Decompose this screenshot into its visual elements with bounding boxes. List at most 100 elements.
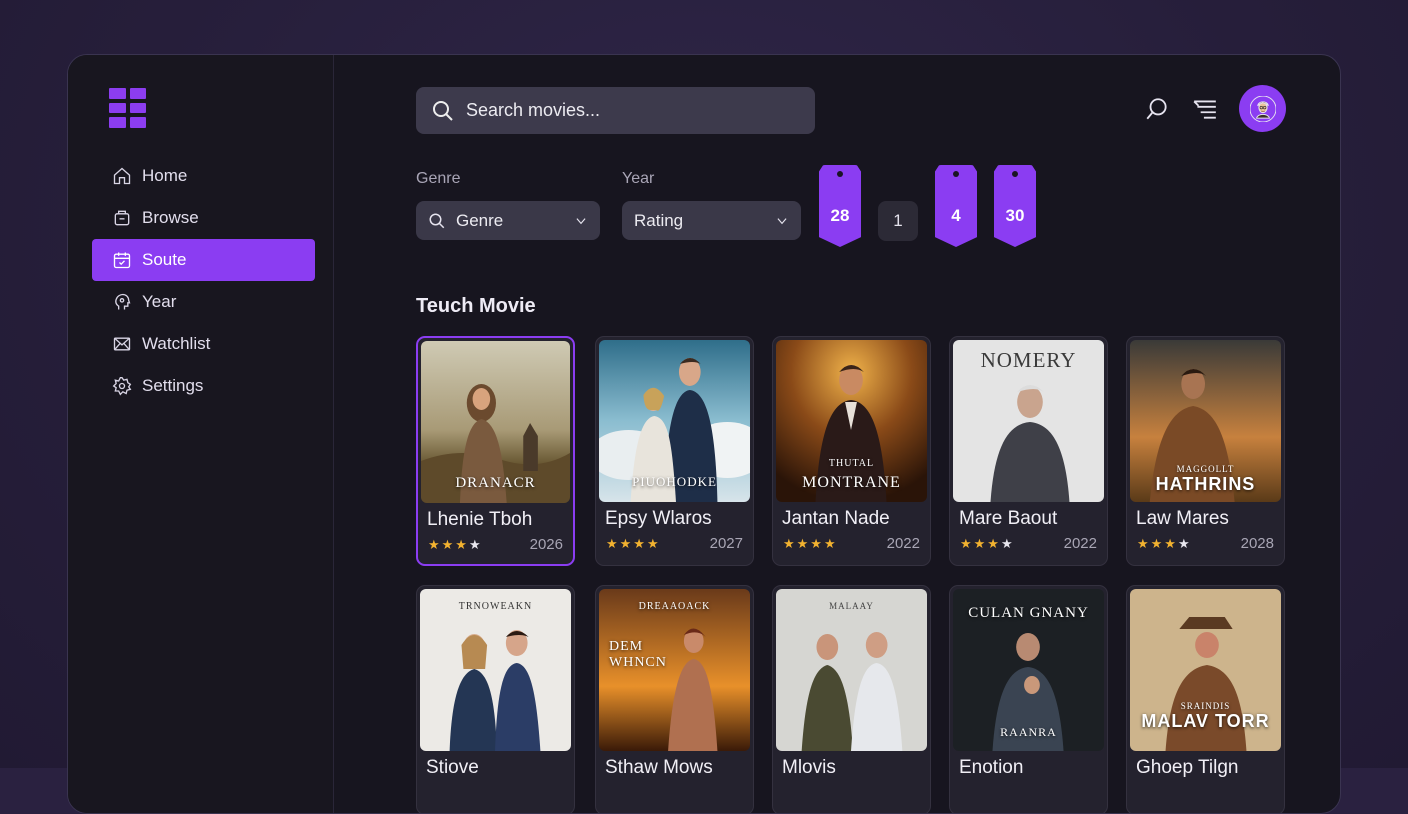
sidebar-item-home[interactable]: Home bbox=[92, 155, 315, 197]
poster-subtitle: RAANRA bbox=[953, 725, 1104, 740]
movie-poster: THUTAL MONTRANE bbox=[776, 340, 927, 502]
movie-title: Law Mares bbox=[1136, 508, 1229, 530]
sidebar-item-year[interactable]: Year bbox=[92, 281, 315, 323]
poster-title: HATHRINS bbox=[1130, 474, 1281, 495]
movie-card[interactable]: DREAAOACK DEM WHNCN Sthaw Mows bbox=[595, 585, 754, 814]
movie-card[interactable]: NOMERY Mare Baout ★★★★ 2022 bbox=[949, 336, 1108, 566]
poster-title: CULAN GNANY bbox=[953, 605, 1104, 622]
sidebar-item-watchlist[interactable]: Watchlist bbox=[92, 323, 315, 365]
app-logo-icon[interactable] bbox=[109, 88, 146, 128]
year-select-value: Rating bbox=[634, 211, 683, 231]
movie-card[interactable]: TRNOWEAKN Stiove bbox=[416, 585, 575, 814]
movie-poster: PIUOHODKE bbox=[599, 340, 750, 502]
movie-year: 2028 bbox=[1241, 535, 1274, 552]
filter-tag[interactable]: 30 bbox=[994, 165, 1036, 247]
movie-poster: SRAINDIS MALAV TORR bbox=[1130, 589, 1281, 751]
sidebar-item-label: Home bbox=[142, 166, 187, 186]
movie-year: 2027 bbox=[710, 535, 743, 552]
movie-title: Enotion bbox=[959, 757, 1023, 779]
main-content: Genre Genre Year Rating 28 1 4 30 Teuch … bbox=[334, 55, 1340, 813]
browse-icon bbox=[112, 208, 132, 228]
movie-card[interactable]: SRAINDIS MALAV TORR Ghoep Tilgn bbox=[1126, 585, 1285, 814]
rating-stars: ★★★★ bbox=[1137, 536, 1192, 552]
poster-title: DEM WHNCN bbox=[609, 639, 679, 671]
filter-tag[interactable]: 28 bbox=[819, 165, 861, 247]
movie-card[interactable]: THUTAL MONTRANE Jantan Nade ★★★★ 2022 bbox=[772, 336, 931, 566]
movie-title: Stiove bbox=[426, 757, 479, 779]
sidebar-item-browse[interactable]: Browse bbox=[92, 197, 315, 239]
home-icon bbox=[112, 166, 132, 186]
movie-card[interactable]: CULAN GNANY RAANRA Enotion bbox=[949, 585, 1108, 814]
user-avatar-icon bbox=[1250, 96, 1276, 122]
filter-tag-plain[interactable]: 1 bbox=[878, 201, 918, 241]
movie-poster: TRNOWEAKN bbox=[420, 589, 571, 751]
poster-subtitle: THUTAL bbox=[776, 458, 927, 469]
filter-tag[interactable]: 4 bbox=[935, 165, 977, 247]
genre-select-value: Genre bbox=[456, 211, 503, 231]
movie-year: 2026 bbox=[530, 536, 563, 553]
movie-poster: NOMERY bbox=[953, 340, 1104, 502]
envelope-icon bbox=[112, 334, 132, 354]
movie-card[interactable]: PIUOHODKE Epsy Wlaros ★★★★ 2027 bbox=[595, 336, 754, 566]
sidebar-item-soute[interactable]: Soute bbox=[92, 239, 315, 281]
rating-stars: ★★★★ bbox=[606, 536, 661, 552]
rating-stars: ★★★★ bbox=[783, 536, 838, 552]
section-title: Teuch Movie bbox=[416, 295, 536, 318]
gear-icon bbox=[112, 376, 132, 396]
sidebar-item-label: Soute bbox=[142, 250, 186, 270]
sidebar-item-label: Settings bbox=[142, 376, 203, 396]
movie-title: Epsy Wlaros bbox=[605, 508, 712, 530]
poster-title: TRNOWEAKN bbox=[420, 601, 571, 612]
movie-poster: DREAAOACK DEM WHNCN bbox=[599, 589, 750, 751]
filter-menu-icon[interactable] bbox=[1191, 95, 1219, 123]
poster-subtitle: MAGGOLLT bbox=[1130, 464, 1281, 474]
sidebar-item-label: Watchlist bbox=[142, 334, 210, 354]
poster-title: DRANACR bbox=[421, 475, 570, 492]
movie-title: Mare Baout bbox=[959, 508, 1057, 530]
header-actions bbox=[1143, 85, 1286, 132]
rating-stars: ★★★★ bbox=[428, 537, 483, 553]
movie-poster: CULAN GNANY RAANRA bbox=[953, 589, 1104, 751]
movie-title: Sthaw Mows bbox=[605, 757, 713, 779]
movie-title: Jantan Nade bbox=[782, 508, 890, 530]
sidebar-item-label: Browse bbox=[142, 208, 199, 228]
movie-card[interactable]: DRANACR Lhenie Tboh ★★★★ 2026 bbox=[416, 336, 575, 566]
avatar[interactable] bbox=[1239, 85, 1286, 132]
movie-year: 2022 bbox=[1064, 535, 1097, 552]
poster-title: PIUOHODKE bbox=[599, 474, 750, 490]
poster-title: NOMERY bbox=[953, 348, 1104, 373]
movie-card[interactable]: MALAAY Mlovis bbox=[772, 585, 931, 814]
search-input[interactable] bbox=[466, 100, 786, 121]
poster-subtitle: SRAINDIS bbox=[1130, 701, 1281, 711]
poster-title: MONTRANE bbox=[776, 474, 927, 492]
movie-title: Lhenie Tboh bbox=[427, 509, 532, 531]
calendar-icon bbox=[112, 250, 132, 270]
search-icon bbox=[428, 212, 446, 230]
sidebar-item-label: Year bbox=[142, 292, 176, 312]
movie-title: Mlovis bbox=[782, 757, 836, 779]
sidebar-item-settings[interactable]: Settings bbox=[92, 365, 315, 407]
sidebar: Home Browse Soute Year Watchlist Setting… bbox=[68, 55, 334, 813]
year-label: Year bbox=[622, 170, 654, 188]
movie-poster: MALAAY bbox=[776, 589, 927, 751]
movie-title: Ghoep Tilgn bbox=[1136, 757, 1238, 779]
rating-stars: ★★★★ bbox=[960, 536, 1015, 552]
movie-poster: DRANACR bbox=[421, 341, 570, 503]
genre-select[interactable]: Genre bbox=[416, 201, 600, 240]
chevron-down-icon bbox=[574, 214, 588, 228]
poster-subtitle: DREAAOACK bbox=[599, 601, 750, 612]
sidebar-nav: Home Browse Soute Year Watchlist Setting… bbox=[92, 155, 315, 407]
movie-card[interactable]: MAGGOLLT HATHRINS Law Mares ★★★★ 2028 bbox=[1126, 336, 1285, 566]
poster-title: MALAAY bbox=[776, 601, 927, 611]
app-window: Home Browse Soute Year Watchlist Setting… bbox=[67, 54, 1341, 814]
search-icon bbox=[431, 99, 455, 123]
head-icon bbox=[112, 292, 132, 312]
genre-label: Genre bbox=[416, 170, 460, 188]
search-icon[interactable] bbox=[1143, 95, 1171, 123]
poster-title: MALAV TORR bbox=[1130, 711, 1281, 732]
chevron-down-icon bbox=[775, 214, 789, 228]
year-select[interactable]: Rating bbox=[622, 201, 801, 240]
search-bar[interactable] bbox=[416, 87, 815, 134]
movie-poster: MAGGOLLT HATHRINS bbox=[1130, 340, 1281, 502]
movie-year: 2022 bbox=[887, 535, 920, 552]
